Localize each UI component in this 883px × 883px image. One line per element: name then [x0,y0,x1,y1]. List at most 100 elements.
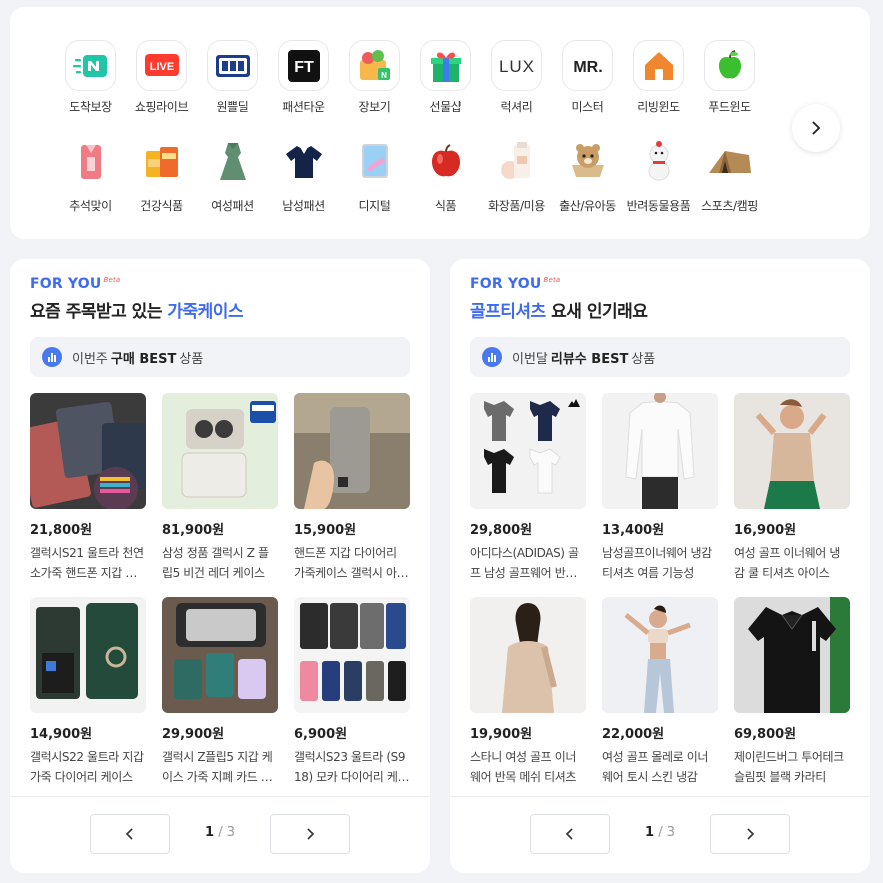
product-card[interactable]: 15,900원 핸드폰 지갑 다이어리 가죽케이스 갤럭시 아이폰 [294,393,410,583]
product-price: 16,900원 [734,523,797,538]
category-item[interactable]: 식품 [410,137,481,214]
best-ranking-bar: 이번달 리뷰수 BEST 상품 [470,337,850,377]
prev-page-button[interactable] [90,814,170,854]
product-card[interactable]: 16,900원 여성 골프 이너웨어 냉감 쿨 티셔츠 아이스 [734,393,850,583]
category-item[interactable]: 추석맞이 [55,137,126,214]
category-item[interactable]: LUX 럭셔리 [481,40,552,115]
product-image [294,597,410,713]
product-name: 제이린드버그 투어테크 슬림핏 블랙 카라티 [734,750,844,784]
product-price: 6,900원 [294,727,348,742]
polo-shirt-icon [278,137,329,185]
beta-badge: Beta [543,276,561,284]
product-card[interactable]: 22,000원 여성 골프 몰레로 이너웨어 토시 스킨 냉감 [602,597,718,787]
product-card[interactable]: 81,900원 삼성 정품 갤럭시 Z 플립5 비건 레더 케이스 [162,393,278,583]
product-image [162,393,278,509]
category-item[interactable]: 여성패션 [197,137,268,214]
category-item[interactable]: 푸드윈도 [694,40,765,115]
svg-text:LUX: LUX [498,57,534,76]
product-card[interactable]: 29,900원 갤럭시 Z플립5 지갑 케이스 가죽 지폐 카드 수납 [162,597,278,787]
product-image [734,597,850,713]
category-item[interactable]: 출산/유아동 [552,137,623,214]
category-item[interactable]: 화장품/미용 [481,137,552,214]
next-page-button[interactable] [270,814,350,854]
category-label: 쇼핑라이브 [134,100,189,114]
category-row-1: 도착보장 LIVE 쇼핑라이브 원쁠딜 FT 패션타운 N 장보기 선물샵 LU… [55,40,765,115]
product-card[interactable]: 29,800원 아디다스(ADIDAS) 골프 남성 골프웨어 반팔 티셔츠 [470,393,586,583]
product-price: 13,400원 [602,523,665,538]
chevron-left-icon [125,828,133,840]
category-item[interactable]: FT 패션타운 [268,40,339,115]
product-card[interactable]: 14,900원 갤럭시S22 울트라 지갑 가죽 다이어리 케이스 [30,597,146,787]
page-indicator: 1 / 3 [645,825,675,840]
red-apple-icon [420,137,471,185]
prev-page-button[interactable] [530,814,610,854]
bar-chart-icon [482,347,502,367]
tablet-icon [349,137,400,185]
product-image [602,597,718,713]
category-item[interactable]: 스포츠/캠핑 [694,137,765,214]
product-price: 19,900원 [470,727,533,742]
pagination: 1 / 3 [90,814,350,854]
product-card[interactable]: 69,800원 제이린드버그 투어테크 슬림핏 블랙 카라티 [734,597,850,787]
recommend-panel-left: FOR YOU Beta 요즘 주목받고 있는 가죽케이스 이번주 구매 BEST 상… [10,259,430,873]
svg-text:MR.: MR. [573,59,602,76]
headline-keyword: 골프티셔츠 [470,302,546,322]
category-label: 원쁠딜 [216,100,249,114]
category-item[interactable]: 건강식품 [126,137,197,214]
product-image [470,393,586,509]
category-label: 여성패션 [211,199,254,213]
panel-headline: 골프티셔츠 요새 인기래요 [470,302,648,322]
gift-icon [420,40,471,91]
category-item[interactable]: N 장보기 [339,40,410,115]
category-label: 미스터 [571,100,604,114]
house-icon [633,40,684,91]
product-price: 15,900원 [294,523,357,538]
product-price: 29,900원 [162,727,225,742]
category-item[interactable]: 남성패션 [268,137,339,214]
best-ranking-bar: 이번주 구매 BEST 상품 [30,337,410,377]
live-icon: LIVE [136,40,187,91]
chevron-left-icon [565,828,573,840]
recommend-panel-right: FOR YOU Beta 골프티셔츠 요새 인기래요 이번달 리뷰수 BEST 상품 … [450,259,870,873]
product-image [734,393,850,509]
product-price: 69,800원 [734,727,797,742]
category-item[interactable]: LIVE 쇼핑라이브 [126,40,197,115]
product-price: 81,900원 [162,523,225,538]
product-card[interactable]: 19,900원 스타니 여성 골프 이너웨어 반목 메쉬 티셔츠 [470,597,586,787]
category-label: 식품 [434,199,457,213]
product-grid: 21,800원 갤럭시S21 울트라 천연소가죽 핸드폰 지갑 케이스 81,9… [30,393,414,787]
category-next-button[interactable] [792,104,840,152]
product-card[interactable]: 13,400원 남성골프이너웨어 냉감티셔츠 여름 기능성 [602,393,718,583]
category-item[interactable]: 리빙윈도 [623,40,694,115]
page-indicator: 1 / 3 [205,825,235,840]
category-card: 도착보장 LIVE 쇼핑라이브 원쁠딜 FT 패션타운 N 장보기 선물샵 LU… [10,7,870,239]
product-name: 여성 골프 몰레로 이너웨어 토시 스킨 냉감 [602,750,709,784]
category-item[interactable]: 선물샵 [410,40,481,115]
category-item[interactable]: 도착보장 [55,40,126,115]
category-item[interactable]: MR. 미스터 [552,40,623,115]
product-price: 22,000원 [602,727,665,742]
for-you-label: FOR YOU Beta [470,276,561,292]
product-image [30,597,146,713]
product-card[interactable]: 21,800원 갤럭시S21 울트라 천연소가죽 핸드폰 지갑 케이스 [30,393,146,583]
for-you-label: FOR YOU Beta [30,276,121,292]
baby-toy-icon [562,137,613,185]
product-name: 갤럭시S21 울트라 천연소가죽 핸드폰 지갑 케이스 [30,546,144,580]
chevron-right-icon [747,828,755,840]
product-name: 아디다스(ADIDAS) 골프 남성 골프웨어 반팔 티셔츠 [470,546,579,580]
category-item[interactable]: 디지털 [339,137,410,214]
category-item[interactable]: 반려동물용품 [623,137,694,214]
chevron-right-icon [812,121,821,135]
category-label: 디지털 [358,199,391,213]
product-image [30,393,146,509]
panel-headline: 요즘 주목받고 있는 가죽케이스 [30,302,244,322]
product-name: 갤럭시 Z플립5 지갑 케이스 가죽 지폐 카드 수납 [162,750,273,784]
lux-icon: LUX [491,40,542,91]
product-card[interactable]: 6,900원 갤럭시S23 울트라 (S918) 모카 다이어리 케이스 [294,597,410,787]
chevron-right-icon [307,828,315,840]
category-label: 추석맞이 [69,199,112,213]
category-item[interactable]: 원쁠딜 [197,40,268,115]
next-page-button[interactable] [710,814,790,854]
health-food-icon [136,137,187,185]
product-name: 남성골프이너웨어 냉감티셔츠 여름 기능성 [602,546,712,580]
